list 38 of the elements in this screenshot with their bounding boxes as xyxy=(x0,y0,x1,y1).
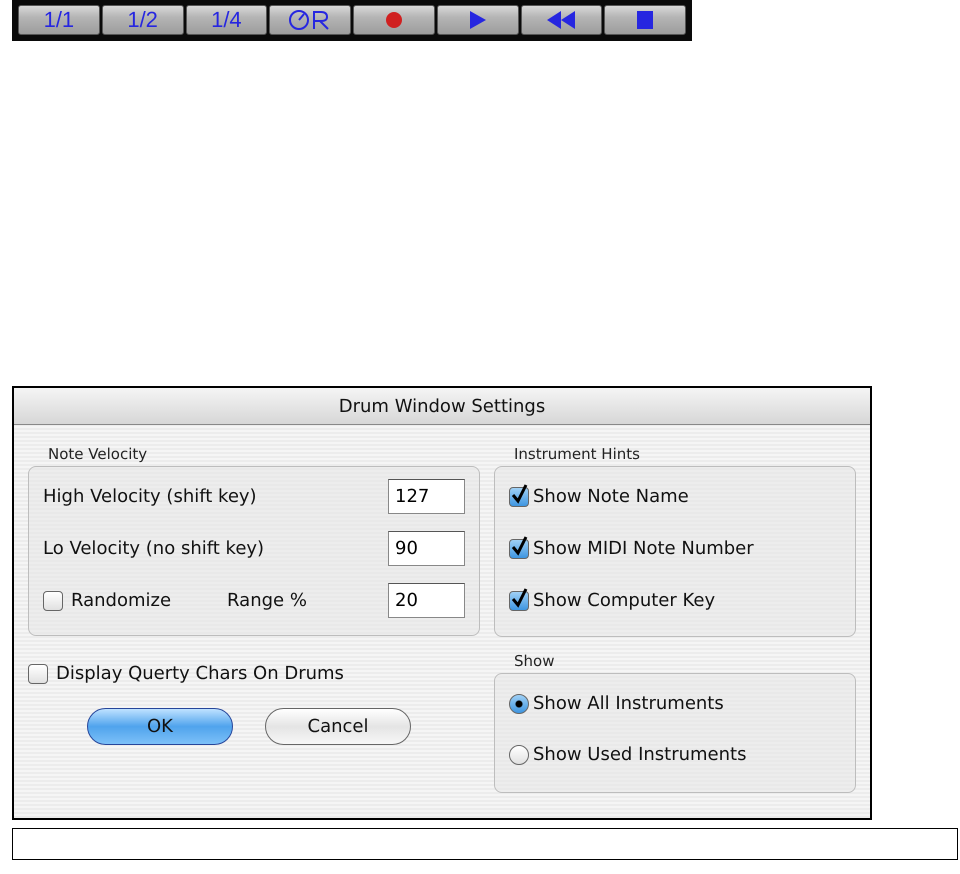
toolbar-button[interactable]: 1/2 xyxy=(102,4,184,34)
field-label: Lo Velocity (no shift key) xyxy=(43,538,264,559)
checkbox-label: Show Computer Key xyxy=(533,590,716,611)
toolbar-button[interactable] xyxy=(269,4,351,34)
field-label: High Velocity (shift key) xyxy=(43,486,257,507)
toolbar-button[interactable] xyxy=(353,4,435,34)
radio-label: Show All Instruments xyxy=(533,693,724,714)
cancel-button[interactable]: Cancel xyxy=(265,708,411,745)
group-label: Instrument Hints xyxy=(514,445,641,463)
input-field[interactable]: 127 xyxy=(388,479,465,514)
toolbar-button[interactable]: 1/4 xyxy=(186,4,268,34)
checkbox-label: Randomize xyxy=(71,590,172,611)
toolbar-button[interactable]: 1/1 xyxy=(18,4,100,34)
input-field[interactable]: 90 xyxy=(388,531,465,566)
checkbox[interactable] xyxy=(43,590,63,610)
toolbar-button[interactable] xyxy=(436,4,518,34)
input-field[interactable]: 20 xyxy=(388,583,465,618)
checkbox-label: Show MIDI Note Number xyxy=(533,538,754,559)
record-icon xyxy=(384,10,403,28)
group-label: Show xyxy=(514,652,556,670)
radio-button[interactable] xyxy=(509,744,529,764)
checkbox[interactable] xyxy=(509,590,529,610)
field-label: Range % xyxy=(227,590,307,611)
checkbox[interactable] xyxy=(509,538,529,558)
toolbar-button[interactable] xyxy=(520,4,602,34)
checkbox-label: Display Querty Chars On Drums xyxy=(56,663,344,684)
checkbox[interactable] xyxy=(509,486,529,506)
play-icon xyxy=(470,10,486,28)
radio-label: Show Used Instruments xyxy=(533,744,746,765)
window-title: Drum Window Settings xyxy=(338,396,546,416)
radio-button[interactable] xyxy=(509,694,529,714)
checkbox-label: Show Note Name xyxy=(533,486,689,507)
checkbox[interactable] xyxy=(28,664,48,684)
group-label: Note Velocity xyxy=(48,445,148,463)
rewind-icon xyxy=(547,10,576,28)
toolbar-button[interactable] xyxy=(604,4,686,34)
ok-button[interactable]: OK xyxy=(87,708,233,745)
stop-icon xyxy=(637,10,654,28)
